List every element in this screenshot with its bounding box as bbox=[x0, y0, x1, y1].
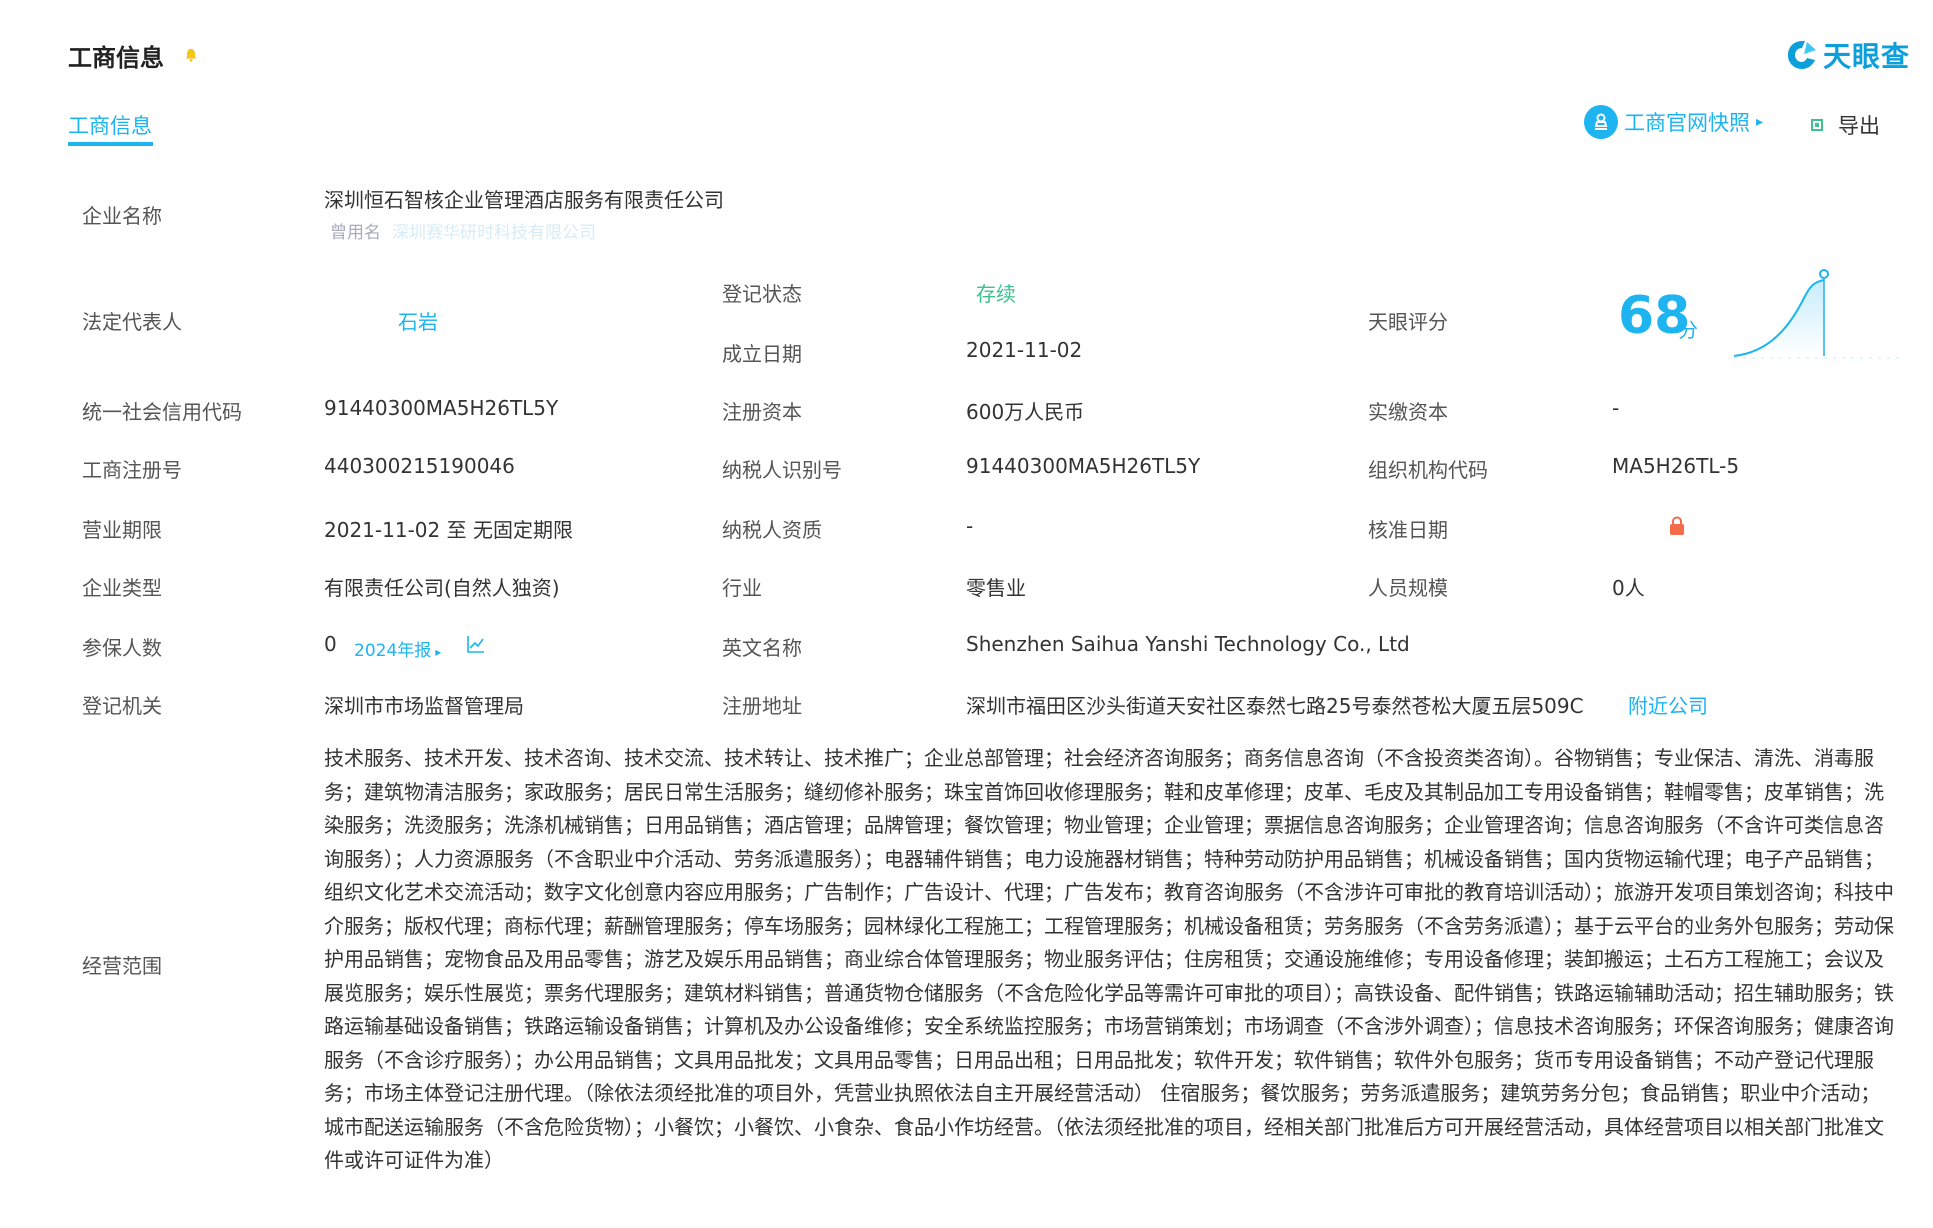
org-code-label: 组织机构代码 bbox=[1368, 458, 1488, 482]
reg-capital-value: 600万人民币 bbox=[966, 400, 1085, 424]
insured-value: 0 bbox=[324, 632, 337, 656]
paid-capital-label: 实缴资本 bbox=[1368, 400, 1448, 424]
legal-rep-link[interactable]: 石岩 bbox=[398, 306, 438, 335]
approval-date-label: 核准日期 bbox=[1368, 518, 1448, 542]
legal-rep-label: 法定代表人 bbox=[82, 310, 182, 334]
company-type-value: 有限责任公司(自然人独资) bbox=[324, 576, 560, 600]
staff-size-value: 0人 bbox=[1612, 576, 1645, 600]
status-label: 登记状态 bbox=[722, 282, 802, 306]
nearby-companies-link[interactable]: 附近公司 bbox=[1628, 690, 1708, 719]
reg-capital-label: 注册资本 bbox=[722, 400, 802, 424]
stamp-icon bbox=[1584, 105, 1618, 139]
industry-value: 零售业 bbox=[966, 576, 1026, 600]
business-scope-label: 经营范围 bbox=[82, 954, 162, 978]
business-scope-text: 技术服务、技术开发、技术咨询、技术交流、技术转让、技术推广；企业总部管理；社会经… bbox=[324, 746, 1894, 1172]
reg-address-label: 注册地址 bbox=[722, 694, 802, 718]
logo-text: 天眼查 bbox=[1823, 40, 1911, 73]
company-name-label: 企业名称 bbox=[82, 204, 162, 228]
found-date-value: 2021-11-02 bbox=[966, 338, 1083, 362]
english-name-label: 英文名称 bbox=[722, 636, 802, 660]
reg-authority-value: 深圳市市场监督管理局 bbox=[324, 694, 524, 718]
former-name-value[interactable]: 深圳赛华研时科技有限公司 bbox=[392, 218, 596, 243]
reg-address-value: 深圳市福田区沙头街道天安社区泰然七路25号泰然苍松大厦五层509C bbox=[966, 694, 1584, 718]
tax-id-label: 纳税人识别号 bbox=[722, 458, 842, 482]
reg-number-value: 440300215190046 bbox=[324, 454, 515, 478]
trend-chart-icon[interactable] bbox=[466, 634, 486, 654]
credit-code-label: 统一社会信用代码 bbox=[82, 400, 242, 424]
chevron-right-icon: ▸ bbox=[435, 645, 442, 659]
annual-report-label: 2024年报 bbox=[354, 641, 432, 661]
score-label: 天眼评分 bbox=[1368, 310, 1448, 334]
export-icon bbox=[1811, 119, 1823, 131]
credit-code-value: 91440300MA5H26TL5Y bbox=[324, 396, 559, 420]
insured-label: 参保人数 bbox=[82, 636, 162, 660]
annual-report-link[interactable]: 2024年报 ▸ bbox=[354, 636, 441, 661]
org-code-value: MA5H26TL-5 bbox=[1612, 454, 1740, 478]
export-button[interactable]: 导出 bbox=[1810, 110, 1880, 140]
staff-size-label: 人员规模 bbox=[1368, 576, 1448, 600]
chevron-right-icon: ▸ bbox=[1756, 114, 1764, 130]
found-date-label: 成立日期 bbox=[722, 342, 802, 366]
company-name-value: 深圳恒石智核企业管理酒店服务有限责任公司 bbox=[324, 188, 724, 212]
tax-id-value: 91440300MA5H26TL5Y bbox=[966, 454, 1201, 478]
bell-icon[interactable] bbox=[184, 48, 198, 62]
former-name-label: 曾用名 bbox=[330, 223, 381, 243]
tab-active-indicator bbox=[68, 142, 153, 146]
export-label: 导出 bbox=[1838, 114, 1880, 138]
status-value: 存续 bbox=[976, 282, 1016, 306]
paid-capital-value: - bbox=[1612, 396, 1620, 420]
company-type-label: 企业类型 bbox=[82, 576, 162, 600]
tax-qualification-value: - bbox=[966, 514, 974, 538]
tab-business-info[interactable]: 工商信息 bbox=[68, 110, 152, 140]
term-value: 2021-11-02 至 无固定期限 bbox=[324, 518, 573, 542]
industry-label: 行业 bbox=[722, 576, 762, 600]
tax-qualification-label: 纳税人资质 bbox=[722, 518, 822, 542]
tianyancha-logo: 天眼查 bbox=[1785, 38, 1911, 73]
section-title: 工商信息 bbox=[68, 44, 164, 72]
score-unit: 分 bbox=[1678, 318, 1698, 342]
reg-authority-label: 登记机关 bbox=[82, 694, 162, 718]
score-curve-graphic bbox=[1733, 269, 1900, 359]
reg-number-label: 工商注册号 bbox=[82, 458, 182, 482]
english-name-value: Shenzhen Saihua Yanshi Technology Co., L… bbox=[966, 632, 1410, 656]
term-label: 营业期限 bbox=[82, 518, 162, 542]
official-snapshot-button[interactable]: 工商官网快照 ▸ bbox=[1584, 105, 1763, 139]
eye-logo-icon bbox=[1788, 41, 1816, 69]
snapshot-label: 工商官网快照 bbox=[1624, 111, 1750, 135]
lock-icon[interactable] bbox=[1668, 516, 1686, 536]
